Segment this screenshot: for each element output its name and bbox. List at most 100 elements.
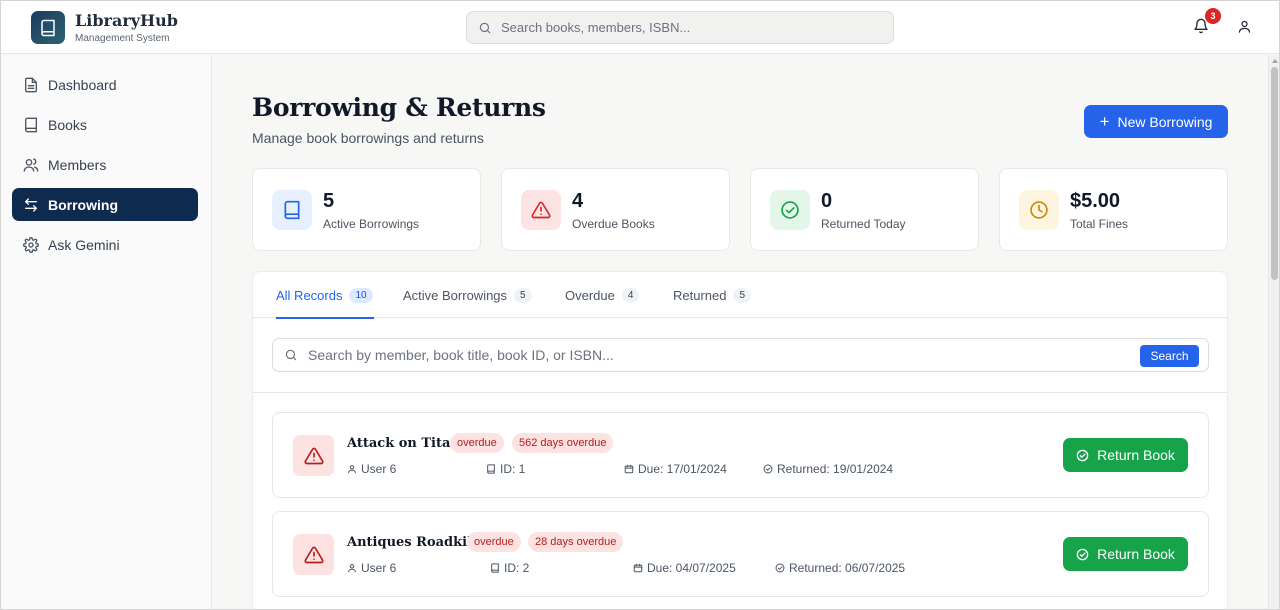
tab-label: All Records — [276, 287, 343, 303]
stat-label: Active Borrowings — [323, 217, 420, 231]
user-icon — [347, 563, 357, 573]
clock-icon — [1019, 190, 1059, 230]
tab-all-records[interactable]: All Records 10 — [276, 272, 374, 319]
tab-label: Returned — [673, 287, 727, 303]
record-returned-date: Returned: 06/07/2025 — [775, 561, 905, 575]
overdue-days-badge: 28 days overdue — [528, 532, 624, 552]
records-search-input[interactable] — [308, 347, 1128, 363]
book-icon — [22, 116, 40, 134]
sidebar-item-ask-gemini[interactable]: Ask Gemini — [12, 228, 198, 261]
user-icon — [1237, 19, 1253, 34]
record-book-title: Antiques Roadkill — [347, 535, 477, 550]
stat-value: $5.00 — [1070, 190, 1121, 212]
record-due-date: Due: 04/07/2025 — [633, 561, 736, 575]
global-search[interactable] — [466, 11, 894, 44]
sidebar-item-label: Members — [48, 156, 107, 173]
check-circle-icon — [763, 464, 773, 474]
tab-label: Overdue — [565, 287, 615, 303]
stat-value: 4 — [572, 190, 584, 212]
library-logo-icon[interactable] — [31, 11, 65, 44]
sidebar-item-books[interactable]: Books — [12, 108, 198, 141]
notification-badge: 3 — [1205, 8, 1221, 24]
scrollbar-thumb[interactable] — [1271, 67, 1278, 280]
return-book-label: Return Book — [1097, 546, 1175, 562]
sidebar-item-label: Books — [48, 116, 87, 133]
record-due-text: Due: 17/01/2024 — [638, 462, 727, 476]
return-book-label: Return Book — [1097, 447, 1175, 463]
page-scrollbar[interactable] — [1268, 55, 1280, 610]
tab-count-badge: 5 — [733, 287, 752, 303]
record-member-text: User 6 — [361, 561, 397, 575]
gear-icon — [22, 236, 40, 254]
sidebar-item-dashboard[interactable]: Dashboard — [12, 68, 198, 101]
sidebar-item-borrowing[interactable]: Borrowing — [12, 188, 198, 221]
record-book-id-text: ID: 1 — [500, 462, 526, 476]
records-search-button[interactable]: Search — [1140, 345, 1199, 367]
alert-triangle-icon — [293, 534, 334, 575]
page-subtitle: Manage book borrowings and returns — [252, 130, 484, 146]
scroll-up-arrow-icon[interactable] — [1272, 59, 1278, 63]
new-borrowing-label: New Borrowing — [1117, 113, 1213, 130]
tab-returned[interactable]: Returned 5 — [673, 272, 752, 318]
records-tabs: All Records 10 Active Borrowings 5 Overd… — [253, 272, 1227, 319]
alert-triangle-icon — [293, 435, 334, 476]
sidebar-item-label: Dashboard — [48, 76, 117, 93]
tab-count-badge: 10 — [349, 287, 373, 303]
record-returned-text: Returned: 06/07/2025 — [789, 561, 906, 575]
book-icon — [272, 190, 312, 230]
check-circle-icon — [1076, 548, 1089, 561]
tab-count-badge: 4 — [621, 287, 640, 303]
arrows-left-right-icon — [22, 196, 40, 214]
stat-card-returned-today: 0 Returned Today — [750, 168, 979, 251]
records-filter-area: Search — [253, 319, 1227, 393]
app-name: LibraryHub — [75, 11, 178, 30]
users-icon — [22, 156, 40, 174]
stat-label: Returned Today — [821, 217, 906, 231]
global-search-input[interactable] — [501, 20, 861, 35]
sidebar-item-members[interactable]: Members — [12, 148, 198, 181]
top-header: LibraryHub Management System 3 — [0, 0, 1280, 54]
sidebar-item-label: Ask Gemini — [48, 236, 120, 253]
search-icon — [284, 348, 298, 362]
check-circle-icon — [775, 563, 785, 573]
sidebar-item-label: Borrowing — [48, 196, 118, 213]
record-book-title: Attack on Titan — [347, 436, 460, 451]
new-borrowing-button[interactable]: + New Borrowing — [1084, 105, 1228, 138]
app-subtitle: Management System — [75, 33, 170, 44]
return-book-button[interactable]: Return Book — [1063, 438, 1188, 472]
stat-value: 5 — [323, 190, 335, 212]
status-badge: overdue — [467, 532, 521, 552]
file-text-icon — [22, 76, 40, 94]
return-book-button[interactable]: Return Book — [1063, 537, 1188, 571]
record-book-id: ID: 2 — [490, 561, 529, 575]
tab-active-borrowings[interactable]: Active Borrowings 5 — [403, 272, 532, 318]
overdue-days-badge: 562 days overdue — [512, 433, 614, 453]
alert-triangle-icon — [521, 190, 561, 230]
stat-card-total-fines: $5.00 Total Fines — [999, 168, 1228, 251]
search-icon — [478, 21, 492, 35]
record-member-text: User 6 — [361, 462, 397, 476]
record-member: User 6 — [347, 561, 396, 575]
user-menu-button[interactable] — [1237, 19, 1253, 35]
check-circle-icon — [770, 190, 810, 230]
tab-label: Active Borrowings — [403, 287, 508, 303]
plus-icon: + — [1099, 112, 1110, 131]
record-book-id-text: ID: 2 — [504, 561, 530, 575]
calendar-icon — [633, 563, 643, 573]
record-returned-text: Returned: 19/01/2024 — [777, 462, 894, 476]
book-icon — [490, 563, 500, 573]
check-circle-icon — [1076, 449, 1089, 462]
record-due-date: Due: 17/01/2024 — [624, 462, 727, 476]
sidebar: Dashboard Books Members Borrowing Ask Ge… — [0, 55, 212, 610]
stat-card-overdue-books: 4 Overdue Books — [501, 168, 730, 251]
tab-overdue[interactable]: Overdue 4 — [565, 272, 640, 318]
status-badge: overdue — [450, 433, 504, 453]
record-returned-date: Returned: 19/01/2024 — [763, 462, 893, 476]
stat-label: Total Fines — [1070, 217, 1129, 231]
stat-card-active-borrowings: 5 Active Borrowings — [252, 168, 481, 251]
record-member: User 6 — [347, 462, 396, 476]
borrowing-record: Antiques Roadkill overdue 28 days overdu… — [272, 511, 1209, 597]
stat-label: Overdue Books — [572, 217, 655, 231]
records-search[interactable]: Search — [272, 338, 1209, 372]
page-title: Borrowing & Returns — [252, 93, 546, 122]
